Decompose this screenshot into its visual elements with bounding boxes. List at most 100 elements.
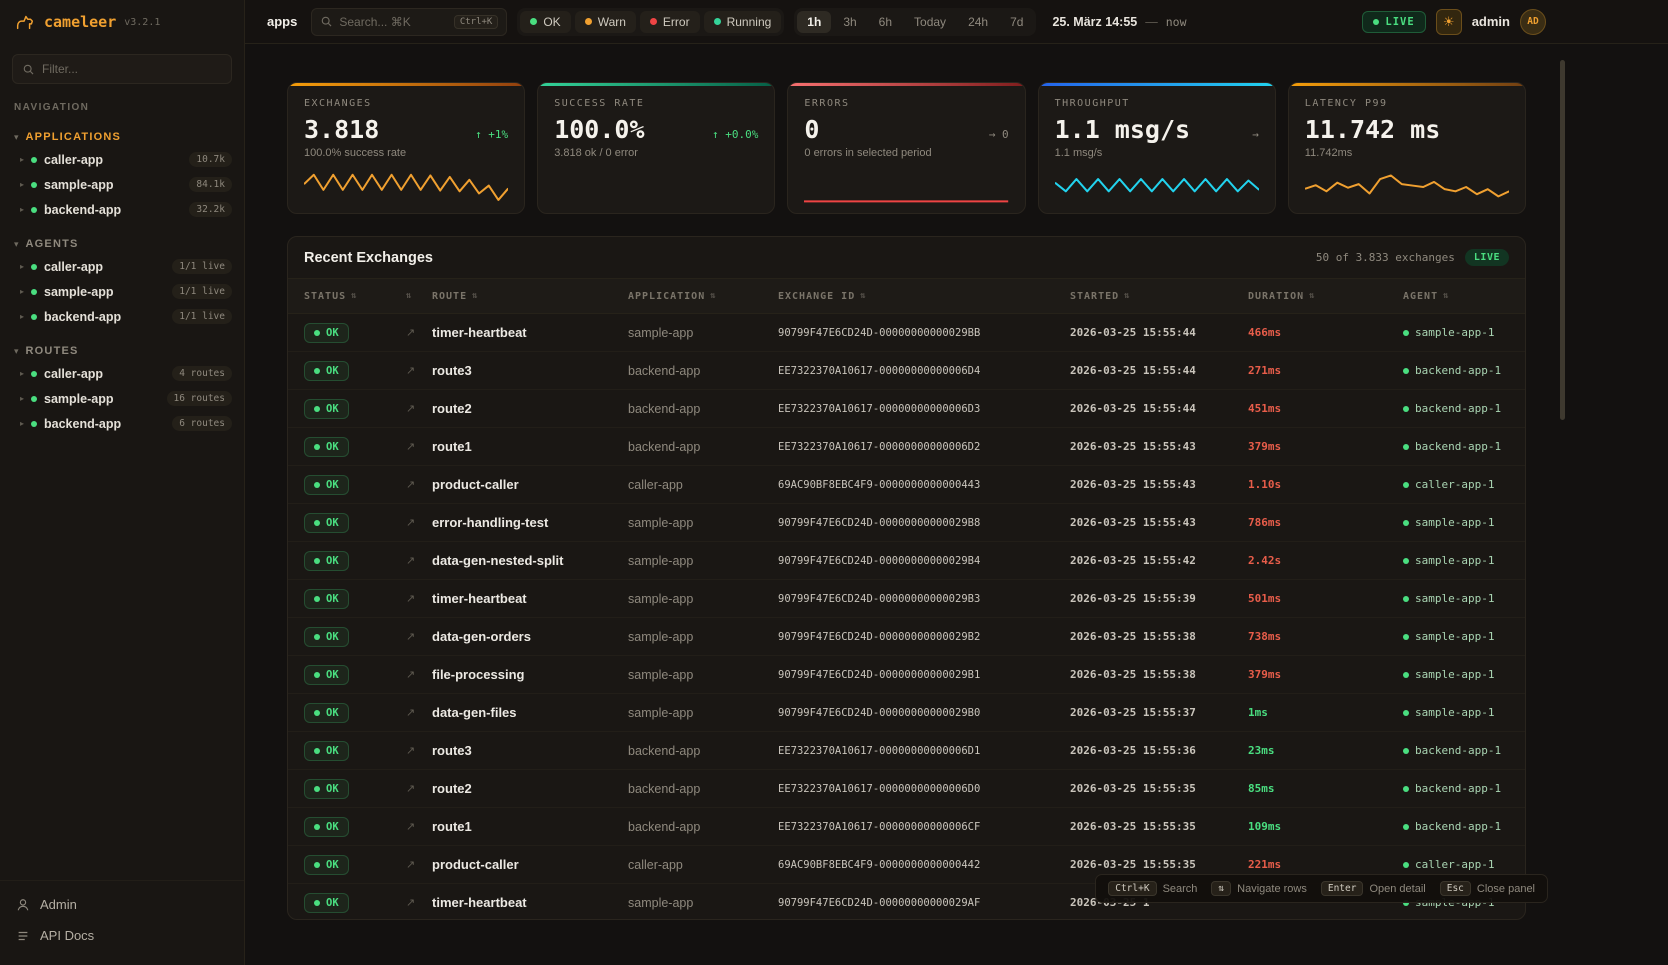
sidebar-item-caller-app[interactable]: ▸caller-app1/1 live bbox=[0, 254, 244, 279]
sparkline-chart bbox=[804, 169, 1008, 205]
time-range-24h[interactable]: 24h bbox=[958, 11, 998, 33]
filter-input[interactable] bbox=[42, 62, 222, 76]
open-exchange-icon[interactable]: ↗ bbox=[406, 668, 432, 681]
status-cell: OK bbox=[304, 779, 406, 799]
table-row[interactable]: OK↗timer-heartbeatsample-app90799F47E6CD… bbox=[288, 314, 1525, 352]
open-exchange-icon[interactable]: ↗ bbox=[406, 744, 432, 757]
open-exchange-icon[interactable]: ↗ bbox=[406, 896, 432, 909]
column-header-status[interactable]: STATUS⇅ bbox=[304, 291, 406, 302]
sidebar-item-caller-app[interactable]: ▸caller-app10.7k bbox=[0, 147, 244, 172]
sidebar-filter[interactable] bbox=[12, 54, 232, 84]
panel-header: Recent Exchanges 50 of 3.833 exchanges L… bbox=[288, 237, 1525, 278]
open-exchange-icon[interactable]: ↗ bbox=[406, 820, 432, 833]
global-search[interactable]: Ctrl+K bbox=[311, 8, 507, 36]
stat-value: 3.818 bbox=[304, 115, 379, 144]
column-header-started[interactable]: STARTED⇅ bbox=[1070, 291, 1248, 302]
table-row[interactable]: OK↗route1backend-appEE7322370A10617-0000… bbox=[288, 428, 1525, 466]
table-row[interactable]: OK↗route2backend-appEE7322370A10617-0000… bbox=[288, 390, 1525, 428]
table-row[interactable]: OK↗data-gen-filessample-app90799F47E6CD2… bbox=[288, 694, 1525, 732]
table-row[interactable]: OK↗route3backend-appEE7322370A10617-0000… bbox=[288, 732, 1525, 770]
search-icon bbox=[320, 15, 333, 28]
open-exchange-icon[interactable]: ↗ bbox=[406, 706, 432, 719]
status-dot-icon bbox=[1403, 330, 1409, 336]
table-body: OK↗timer-heartbeatsample-app90799F47E6CD… bbox=[288, 314, 1525, 920]
duration-cell: 379ms bbox=[1248, 668, 1403, 681]
table-row[interactable]: OK↗route1backend-appEE7322370A10617-0000… bbox=[288, 808, 1525, 846]
column-header-agent[interactable]: AGENT⇅ bbox=[1403, 291, 1509, 302]
chevron-right-icon: ▸ bbox=[20, 287, 24, 296]
status-dot-icon bbox=[31, 157, 37, 163]
agent-cell: backend-app-1 bbox=[1403, 820, 1509, 833]
theme-toggle-button[interactable]: ☀ bbox=[1436, 9, 1462, 35]
status-cell: OK bbox=[304, 513, 406, 533]
sidebar-item-caller-app[interactable]: ▸caller-app4 routes bbox=[0, 361, 244, 386]
datetime-display[interactable]: 25. März 14:55 — now bbox=[1052, 15, 1186, 29]
filter-warn[interactable]: Warn bbox=[575, 11, 636, 33]
agent-cell: caller-app-1 bbox=[1403, 478, 1509, 491]
open-exchange-icon[interactable]: ↗ bbox=[406, 782, 432, 795]
table-row[interactable]: OK↗file-processingsample-app90799F47E6CD… bbox=[288, 656, 1525, 694]
stat-value-row: 3.818↑ +1% bbox=[304, 115, 508, 144]
keyboard-hint-open-detail: EnterOpen detail bbox=[1321, 881, 1426, 896]
scrollbar-thumb[interactable] bbox=[1560, 60, 1565, 420]
open-exchange-icon[interactable]: ↗ bbox=[406, 858, 432, 871]
open-exchange-icon[interactable]: ↗ bbox=[406, 402, 432, 415]
open-exchange-icon[interactable]: ↗ bbox=[406, 326, 432, 339]
sidebar-item-sample-app[interactable]: ▸sample-app84.1k bbox=[0, 172, 244, 197]
chevron-down-icon: ▾ bbox=[14, 132, 19, 143]
column-header-application[interactable]: APPLICATION⇅ bbox=[628, 291, 778, 302]
footer-item-admin[interactable]: Admin bbox=[0, 889, 244, 920]
open-exchange-icon[interactable]: ↗ bbox=[406, 364, 432, 377]
avatar[interactable]: AD bbox=[1520, 9, 1546, 35]
table-row[interactable]: OK↗product-callercaller-app69AC90BF8EBC4… bbox=[288, 466, 1525, 504]
route-cell: data-gen-nested-split bbox=[432, 553, 628, 568]
nav-item-badge: 6 routes bbox=[172, 416, 232, 431]
user-name: admin bbox=[1472, 14, 1510, 29]
status-label: OK bbox=[326, 327, 339, 339]
filter-error[interactable]: Error bbox=[640, 11, 700, 33]
table-row[interactable]: OK↗error-handling-testsample-app90799F47… bbox=[288, 504, 1525, 542]
open-exchange-icon[interactable]: ↗ bbox=[406, 630, 432, 643]
sidebar-item-sample-app[interactable]: ▸sample-app1/1 live bbox=[0, 279, 244, 304]
sidebar-item-backend-app[interactable]: ▸backend-app32.2k bbox=[0, 197, 244, 222]
time-range-3h[interactable]: 3h bbox=[833, 11, 866, 33]
time-range-1h[interactable]: 1h bbox=[797, 11, 831, 33]
duration-cell: 271ms bbox=[1248, 364, 1403, 377]
sidebar-item-backend-app[interactable]: ▸backend-app1/1 live bbox=[0, 304, 244, 329]
filter-ok[interactable]: OK bbox=[520, 11, 570, 33]
table-row[interactable]: OK↗timer-heartbeatsample-app90799F47E6CD… bbox=[288, 580, 1525, 618]
exchange-id-cell: 90799F47E6CD24D-00000000000029B8 bbox=[778, 517, 1070, 529]
sidebar-item-backend-app[interactable]: ▸backend-app6 routes bbox=[0, 411, 244, 436]
filter-running[interactable]: Running bbox=[704, 11, 782, 33]
main-area: apps Ctrl+K OKWarnErrorRunning 1h3h6hTod… bbox=[245, 0, 1668, 965]
status-dot-icon bbox=[314, 558, 320, 564]
table-row[interactable]: OK↗data-gen-orderssample-app90799F47E6CD… bbox=[288, 618, 1525, 656]
nav-group-header-agents[interactable]: ▾AGENTS bbox=[0, 234, 244, 254]
nav-group-header-routes[interactable]: ▾ROUTES bbox=[0, 341, 244, 361]
agent-label: sample-app-1 bbox=[1415, 668, 1494, 681]
column-header-route[interactable]: ROUTE⇅ bbox=[432, 291, 628, 302]
nav-group-header-applications[interactable]: ▾APPLICATIONS bbox=[0, 127, 244, 147]
time-range-6h[interactable]: 6h bbox=[869, 11, 902, 33]
open-exchange-icon[interactable]: ↗ bbox=[406, 554, 432, 567]
open-exchange-icon[interactable]: ↗ bbox=[406, 592, 432, 605]
column-header-open[interactable]: ⇅ bbox=[406, 291, 432, 301]
sidebar-item-sample-app[interactable]: ▸sample-app16 routes bbox=[0, 386, 244, 411]
table-row[interactable]: OK↗route3backend-appEE7322370A10617-0000… bbox=[288, 352, 1525, 390]
stat-card-errors: ERRORS0→ 00 errors in selected period bbox=[787, 82, 1025, 214]
table-row[interactable]: OK↗route2backend-appEE7322370A10617-0000… bbox=[288, 770, 1525, 808]
route-cell: error-handling-test bbox=[432, 515, 628, 530]
column-header-duration[interactable]: DURATION⇅ bbox=[1248, 291, 1403, 302]
time-range-7d[interactable]: 7d bbox=[1000, 11, 1033, 33]
column-header-exchange-id[interactable]: EXCHANGE ID⇅ bbox=[778, 291, 1070, 302]
time-range-today[interactable]: Today bbox=[904, 11, 956, 33]
open-exchange-icon[interactable]: ↗ bbox=[406, 516, 432, 529]
route-cell: data-gen-orders bbox=[432, 629, 628, 644]
table-row[interactable]: OK↗data-gen-nested-splitsample-app90799F… bbox=[288, 542, 1525, 580]
search-input[interactable] bbox=[339, 15, 447, 29]
footer-item-api-docs[interactable]: API Docs bbox=[0, 920, 244, 951]
docs-icon bbox=[16, 929, 30, 943]
live-toggle[interactable]: LIVE bbox=[1362, 11, 1425, 33]
open-exchange-icon[interactable]: ↗ bbox=[406, 440, 432, 453]
open-exchange-icon[interactable]: ↗ bbox=[406, 478, 432, 491]
